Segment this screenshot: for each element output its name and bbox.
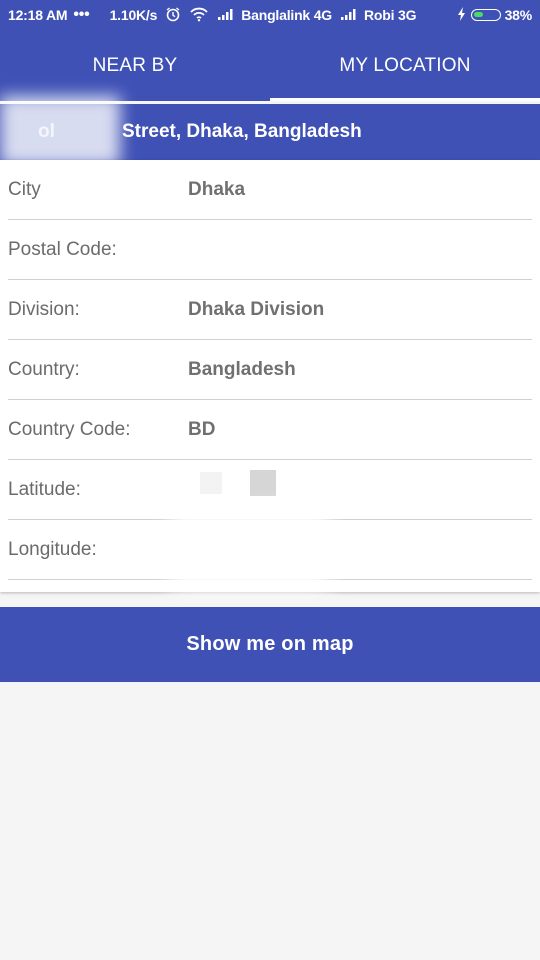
alarm-icon (165, 6, 181, 25)
tab-near-by[interactable]: NEAR BY (0, 30, 270, 101)
detail-label: Division: (8, 298, 80, 320)
redaction-block (200, 472, 222, 494)
detail-label: Country: (8, 358, 80, 380)
carrier-2: Robi 3G (363, 7, 417, 23)
detail-label: Postal Code: (8, 238, 117, 260)
signal-icon (340, 7, 358, 23)
charging-icon (457, 6, 467, 24)
status-bar: 12:18 AM ••• 1.10K/s Banglalink 4G Robi … (0, 0, 540, 30)
detail-label: Longitude: (8, 538, 97, 560)
battery-indicator: 38% (457, 6, 533, 24)
redaction-block (250, 470, 276, 496)
wifi-icon (189, 6, 209, 25)
carrier-1: Banglalink 4G (241, 7, 332, 23)
detail-label: City (8, 178, 41, 200)
signal-icon (217, 7, 235, 23)
detail-label: Country Code: (8, 418, 131, 440)
battery-icon (470, 9, 501, 21)
detail-row-division: Division: Dhaka Division (8, 280, 532, 340)
redaction-blur (170, 510, 330, 590)
detail-value: Bangladesh (188, 358, 296, 380)
show-on-map-button[interactable]: Show me on map (0, 607, 540, 682)
detail-row-city: City Dhaka (8, 160, 532, 220)
status-time: 12:18 AM (8, 7, 68, 23)
tab-my-location[interactable]: MY LOCATION (270, 30, 540, 101)
detail-row-postal-code: Postal Code: (8, 220, 532, 280)
detail-value: Dhaka (188, 178, 246, 200)
redaction-blur (0, 96, 120, 166)
tab-bar: NEAR BY MY LOCATION (0, 30, 540, 101)
detail-value: Dhaka Division (188, 298, 325, 320)
detail-value: BD (188, 418, 216, 440)
detail-row-country-code: Country Code: BD (8, 400, 532, 460)
detail-label: Latitude: (8, 478, 81, 500)
address-text: Street, Dhaka, Bangladesh (122, 121, 362, 142)
overflow-icon: ••• (73, 6, 90, 23)
network-speed: 1.10K/s (109, 7, 158, 23)
detail-row-country: Country: Bangladesh (8, 340, 532, 400)
battery-percent: 38% (504, 7, 533, 23)
